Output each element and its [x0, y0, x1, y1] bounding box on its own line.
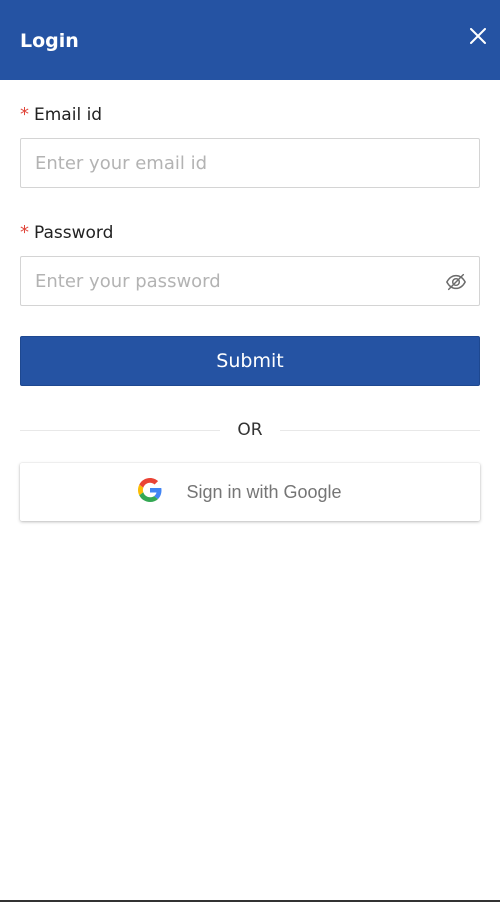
password-field-box	[20, 256, 480, 306]
email-label: * Email id	[20, 104, 102, 125]
page-title: Login	[20, 30, 79, 52]
eye-off-icon	[445, 273, 467, 291]
email-field-box	[20, 138, 480, 188]
close-button[interactable]	[466, 24, 490, 48]
close-icon	[470, 28, 486, 44]
email-field[interactable]	[21, 139, 479, 187]
password-field[interactable]	[21, 257, 479, 305]
required-mark: *	[20, 222, 29, 243]
password-label-text: Password	[34, 223, 114, 243]
login-header: Login	[0, 0, 500, 80]
divider-line-right	[280, 430, 480, 431]
google-signin-button[interactable]: Sign in with Google	[20, 463, 480, 521]
email-label-text: Email id	[34, 105, 103, 125]
password-label: * Password	[20, 222, 113, 243]
submit-button[interactable]: Submit	[20, 336, 480, 386]
google-logo-icon	[138, 478, 162, 502]
google-signin-label: Sign in with Google	[186, 481, 342, 502]
password-visibility-toggle[interactable]	[445, 271, 467, 293]
or-divider: OR	[20, 417, 480, 443]
required-mark: *	[20, 104, 29, 125]
